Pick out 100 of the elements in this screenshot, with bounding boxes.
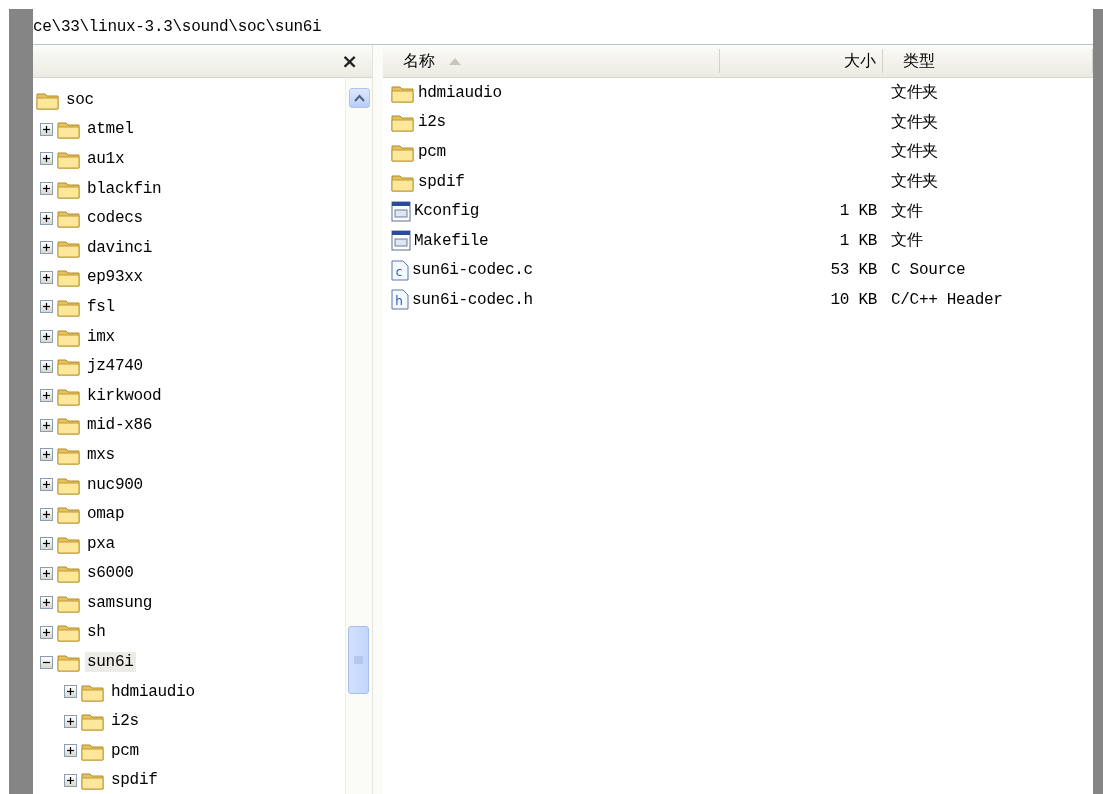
tree-item[interactable]: pxa — [85, 533, 117, 554]
expand-icon[interactable] — [40, 300, 53, 314]
tree-item[interactable]: sh — [85, 622, 108, 643]
column-header[interactable]: 大小 — [720, 49, 883, 73]
collapse-icon[interactable] — [40, 655, 53, 669]
tree-item[interactable]: jz4740 — [85, 356, 145, 377]
expand-icon[interactable] — [40, 270, 53, 284]
tree-item[interactable]: samsung — [85, 592, 155, 613]
plus-icon — [42, 391, 51, 401]
plus-icon — [42, 154, 51, 164]
tree-item[interactable]: davinci — [85, 237, 155, 258]
plus-icon — [42, 450, 51, 460]
plus-icon — [66, 716, 75, 726]
file-type: 文件夹 — [890, 82, 939, 104]
expand-icon[interactable] — [40, 626, 53, 639]
file-type: 文件夹 — [890, 141, 939, 163]
tree-item[interactable]: omap — [85, 504, 127, 525]
expand-icon[interactable] — [64, 685, 77, 699]
file-size: 1 KB — [839, 231, 878, 250]
expand-icon[interactable] — [64, 744, 77, 758]
expand-icon[interactable] — [40, 537, 53, 551]
file-name[interactable]: i2s — [418, 113, 446, 132]
column-header[interactable]: 名称 — [383, 49, 720, 73]
plus-icon — [42, 184, 51, 194]
expand-icon[interactable] — [40, 448, 53, 462]
expand-icon[interactable] — [40, 122, 53, 136]
tree-item[interactable]: fsl — [85, 296, 117, 317]
plus-icon — [42, 598, 51, 608]
plus-icon — [42, 332, 51, 342]
expand-icon[interactable] — [64, 714, 77, 728]
plus-icon — [42, 213, 51, 223]
file-name[interactable]: pcm — [418, 143, 446, 161]
sort-arrow-icon — [449, 57, 461, 65]
file-type: 文件 — [890, 201, 923, 222]
tree-item[interactable]: spdif — [109, 770, 160, 791]
tree-item[interactable]: nuc900 — [85, 474, 145, 495]
plus-icon — [66, 775, 75, 785]
source-file-icon: h — [391, 289, 409, 311]
expand-icon[interactable] — [40, 152, 53, 166]
plus-icon — [42, 480, 51, 489]
expand-icon[interactable] — [40, 389, 53, 403]
file-name[interactable]: Makefile — [414, 231, 489, 250]
file-size: 10 KB — [830, 290, 878, 309]
tree-item[interactable]: sun6i — [85, 652, 136, 673]
folder-icon — [81, 711, 105, 732]
close-button[interactable]: × — [339, 49, 360, 73]
plus-icon — [42, 361, 51, 371]
tree-item[interactable]: hdmiaudio — [109, 681, 197, 702]
plus-icon — [42, 420, 51, 430]
file-size: 1 KB — [839, 202, 878, 221]
expand-icon[interactable] — [64, 773, 77, 787]
file-type: 文件夹 — [890, 171, 939, 193]
tree-item[interactable]: kirkwood — [85, 385, 164, 406]
folder-icon — [57, 415, 81, 436]
expand-icon[interactable] — [40, 418, 53, 432]
file-name[interactable]: Kconfig — [414, 202, 480, 221]
plus-icon — [42, 509, 51, 519]
file-name[interactable]: hdmiaudio — [418, 83, 502, 102]
expand-icon[interactable] — [40, 241, 53, 255]
folder-icon — [57, 119, 81, 140]
file-name[interactable]: spdif — [418, 172, 465, 191]
expand-icon[interactable] — [40, 330, 53, 344]
tree-item[interactable]: pcm — [109, 740, 141, 761]
address-path[interactable]: ce\33\linux-3.3\sound\soc\sun6i — [33, 18, 322, 36]
expand-icon[interactable] — [40, 182, 53, 196]
folder-icon — [57, 356, 81, 377]
document-icon — [391, 230, 411, 252]
folder-icon — [57, 267, 81, 288]
tree-item[interactable]: ep93xx — [85, 267, 145, 288]
scrollbar[interactable] — [345, 78, 372, 794]
scroll-thumb[interactable] — [348, 626, 369, 694]
plus-icon — [66, 687, 75, 697]
expand-icon[interactable] — [40, 478, 53, 491]
tree-item[interactable]: mxs — [85, 444, 117, 465]
expand-icon[interactable] — [40, 507, 53, 521]
tree-item[interactable]: i2s — [109, 711, 141, 732]
file-name[interactable]: sun6i-codec.c — [412, 261, 533, 280]
tree-item[interactable]: codecs — [85, 208, 145, 229]
file-size: 53 KB — [830, 261, 878, 280]
plus-icon — [42, 272, 51, 282]
folder-icon — [57, 563, 81, 584]
expand-icon[interactable] — [40, 359, 53, 373]
file-name[interactable]: sun6i-codec.h — [412, 290, 533, 309]
tree-item[interactable]: imx — [85, 326, 117, 347]
tree-item[interactable]: soc — [64, 89, 96, 110]
plus-icon — [42, 243, 51, 253]
folder-icon — [57, 504, 81, 525]
expand-icon[interactable] — [40, 566, 53, 580]
scroll-up-button[interactable] — [348, 88, 370, 108]
tree-item[interactable]: s6000 — [85, 563, 136, 584]
tree-item[interactable]: mid-x86 — [85, 415, 155, 436]
folder-icon — [81, 770, 105, 791]
expand-icon[interactable] — [40, 596, 53, 610]
expand-icon[interactable] — [40, 211, 53, 225]
folder-icon — [57, 208, 81, 229]
folder-icon — [57, 149, 81, 169]
tree-item[interactable]: au1x — [85, 149, 127, 169]
tree-item[interactable]: atmel — [85, 119, 136, 140]
file-type: C Source — [890, 261, 966, 280]
tree-item[interactable]: blackfin — [85, 178, 164, 199]
